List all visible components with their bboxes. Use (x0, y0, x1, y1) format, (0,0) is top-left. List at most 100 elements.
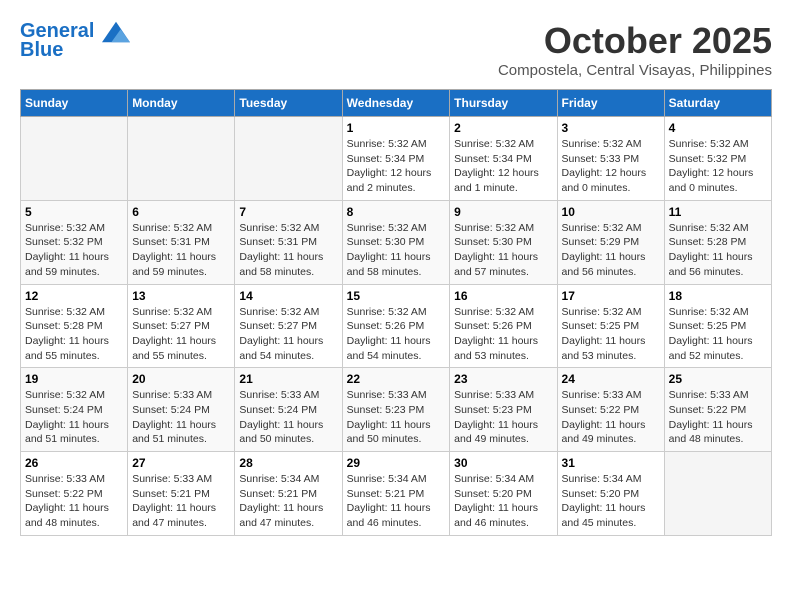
daylight-text: Daylight: 11 hours and 49 minutes. (562, 419, 646, 446)
page-header: General Blue October 2025 Compostela, Ce… (20, 20, 772, 79)
day-number: 22 (347, 372, 446, 386)
col-header-tuesday: Tuesday (235, 90, 342, 117)
sunrise-text: Sunrise: 5:32 AM (239, 306, 319, 318)
day-number: 19 (25, 372, 123, 386)
sunrise-text: Sunrise: 5:34 AM (454, 473, 534, 485)
day-cell: 8Sunrise: 5:32 AMSunset: 5:30 PMDaylight… (342, 200, 450, 284)
daylight-text: Daylight: 11 hours and 51 minutes. (25, 419, 109, 446)
sunrise-text: Sunrise: 5:32 AM (669, 222, 749, 234)
day-info: Sunrise: 5:34 AMSunset: 5:21 PMDaylight:… (239, 472, 337, 531)
daylight-text: Daylight: 11 hours and 58 minutes. (347, 251, 431, 278)
day-number: 4 (669, 121, 767, 135)
sunrise-text: Sunrise: 5:32 AM (562, 138, 642, 150)
day-info: Sunrise: 5:32 AMSunset: 5:30 PMDaylight:… (347, 221, 446, 280)
sunrise-text: Sunrise: 5:33 AM (454, 389, 534, 401)
daylight-text: Daylight: 11 hours and 54 minutes. (239, 335, 323, 362)
sunset-text: Sunset: 5:22 PM (25, 488, 103, 500)
week-row-3: 12Sunrise: 5:32 AMSunset: 5:28 PMDayligh… (21, 284, 772, 368)
day-cell: 29Sunrise: 5:34 AMSunset: 5:21 PMDayligh… (342, 452, 450, 536)
sunrise-text: Sunrise: 5:32 AM (347, 138, 427, 150)
sunrise-text: Sunrise: 5:33 AM (562, 389, 642, 401)
sunset-text: Sunset: 5:24 PM (132, 404, 210, 416)
day-cell (664, 452, 771, 536)
sunset-text: Sunset: 5:21 PM (132, 488, 210, 500)
sunset-text: Sunset: 5:27 PM (132, 320, 210, 332)
day-cell: 26Sunrise: 5:33 AMSunset: 5:22 PMDayligh… (21, 452, 128, 536)
day-cell: 12Sunrise: 5:32 AMSunset: 5:28 PMDayligh… (21, 284, 128, 368)
daylight-text: Daylight: 11 hours and 45 minutes. (562, 502, 646, 529)
sunrise-text: Sunrise: 5:33 AM (669, 389, 749, 401)
col-header-saturday: Saturday (664, 90, 771, 117)
col-header-friday: Friday (557, 90, 664, 117)
logo-icon (102, 21, 130, 43)
sunrise-text: Sunrise: 5:32 AM (669, 138, 749, 150)
day-info: Sunrise: 5:32 AMSunset: 5:30 PMDaylight:… (454, 221, 552, 280)
day-number: 9 (454, 205, 552, 219)
daylight-text: Daylight: 11 hours and 59 minutes. (132, 251, 216, 278)
daylight-text: Daylight: 11 hours and 47 minutes. (239, 502, 323, 529)
day-info: Sunrise: 5:34 AMSunset: 5:20 PMDaylight:… (454, 472, 552, 531)
month-title: October 2025 (498, 20, 772, 62)
sunset-text: Sunset: 5:25 PM (669, 320, 747, 332)
day-info: Sunrise: 5:32 AMSunset: 5:34 PMDaylight:… (454, 137, 552, 196)
week-row-1: 1Sunrise: 5:32 AMSunset: 5:34 PMDaylight… (21, 117, 772, 201)
daylight-text: Daylight: 11 hours and 58 minutes. (239, 251, 323, 278)
day-cell: 16Sunrise: 5:32 AMSunset: 5:26 PMDayligh… (450, 284, 557, 368)
daylight-text: Daylight: 11 hours and 48 minutes. (25, 502, 109, 529)
day-cell: 13 Sunrise: 5:32 AMSunset: 5:27 PMDayligh… (128, 284, 235, 368)
day-info: Sunrise: 5:32 AMSunset: 5:26 PMDaylight:… (347, 305, 446, 364)
sunset-text: Sunset: 5:24 PM (25, 404, 103, 416)
day-cell: 22Sunrise: 5:33 AMSunset: 5:23 PMDayligh… (342, 368, 450, 452)
day-info: Sunrise: 5:33 AMSunset: 5:21 PMDaylight:… (132, 472, 230, 531)
day-cell (21, 117, 128, 201)
day-cell: 15 Sunrise: 5:32 AMSunset: 5:26 PMDayligh… (342, 284, 450, 368)
day-cell: 9 Sunrise: 5:32 AMSunset: 5:30 PMDaylight… (450, 200, 557, 284)
day-number: 12 (25, 289, 123, 303)
day-number: 21 (239, 372, 337, 386)
sunrise-text: Sunrise: 5:32 AM (454, 138, 534, 150)
day-cell: 5Sunrise: 5:32 AMSunset: 5:32 PMDaylight… (21, 200, 128, 284)
sunset-text: Sunset: 5:30 PM (347, 236, 425, 248)
day-number: 15 (347, 289, 446, 303)
day-number: 13 (132, 289, 230, 303)
logo: General Blue (20, 20, 130, 62)
sunset-text: Sunset: 5:20 PM (454, 488, 532, 500)
sunset-text: Sunset: 5:29 PM (562, 236, 640, 248)
day-cell: 18Sunrise: 5:32 AMSunset: 5:25 PMDayligh… (664, 284, 771, 368)
day-number: 16 (454, 289, 552, 303)
sunrise-text: Sunrise: 5:32 AM (347, 306, 427, 318)
day-number: 23 (454, 372, 552, 386)
sunrise-text: Sunrise: 5:32 AM (239, 222, 319, 234)
col-header-thursday: Thursday (450, 90, 557, 117)
title-block: October 2025 Compostela, Central Visayas… (498, 20, 772, 79)
day-info: Sunrise: 5:33 AMSunset: 5:24 PMDaylight:… (132, 388, 230, 447)
day-number: 11 (669, 205, 767, 219)
day-info: Sunrise: 5:32 AMSunset: 5:31 PMDaylight:… (239, 221, 337, 280)
day-cell: 28Sunrise: 5:34 AMSunset: 5:21 PMDayligh… (235, 452, 342, 536)
sunset-text: Sunset: 5:20 PM (562, 488, 640, 500)
day-cell: 31Sunrise: 5:34 AMSunset: 5:20 PMDayligh… (557, 452, 664, 536)
day-number: 7 (239, 205, 337, 219)
col-header-wednesday: Wednesday (342, 90, 450, 117)
week-row-4: 19Sunrise: 5:32 AMSunset: 5:24 PMDayligh… (21, 368, 772, 452)
daylight-text: Daylight: 11 hours and 50 minutes. (239, 419, 323, 446)
day-info: Sunrise: 5:32 AMSunset: 5:28 PMDaylight:… (669, 221, 767, 280)
sunset-text: Sunset: 5:23 PM (347, 404, 425, 416)
sunset-text: Sunset: 5:26 PM (454, 320, 532, 332)
daylight-text: Daylight: 11 hours and 56 minutes. (562, 251, 646, 278)
day-cell (235, 117, 342, 201)
week-row-5: 26Sunrise: 5:33 AMSunset: 5:22 PMDayligh… (21, 452, 772, 536)
day-cell: 20Sunrise: 5:33 AMSunset: 5:24 PMDayligh… (128, 368, 235, 452)
day-cell (128, 117, 235, 201)
sunrise-text: Sunrise: 5:33 AM (239, 389, 319, 401)
day-info: Sunrise: 5:33 AMSunset: 5:23 PMDaylight:… (454, 388, 552, 447)
sunset-text: Sunset: 5:22 PM (669, 404, 747, 416)
daylight-text: Daylight: 11 hours and 46 minutes. (347, 502, 431, 529)
sunrise-text: Sunrise: 5:32 AM (25, 306, 105, 318)
daylight-text: Daylight: 11 hours and 56 minutes. (669, 251, 753, 278)
day-cell: 25Sunrise: 5:33 AMSunset: 5:22 PMDayligh… (664, 368, 771, 452)
sunrise-text: Sunrise: 5:33 AM (347, 389, 427, 401)
day-info: Sunrise: 5:32 AMSunset: 5:27 PMDaylight:… (132, 305, 230, 364)
day-cell: 10Sunrise: 5:32 AMSunset: 5:29 PMDayligh… (557, 200, 664, 284)
day-number: 24 (562, 372, 660, 386)
